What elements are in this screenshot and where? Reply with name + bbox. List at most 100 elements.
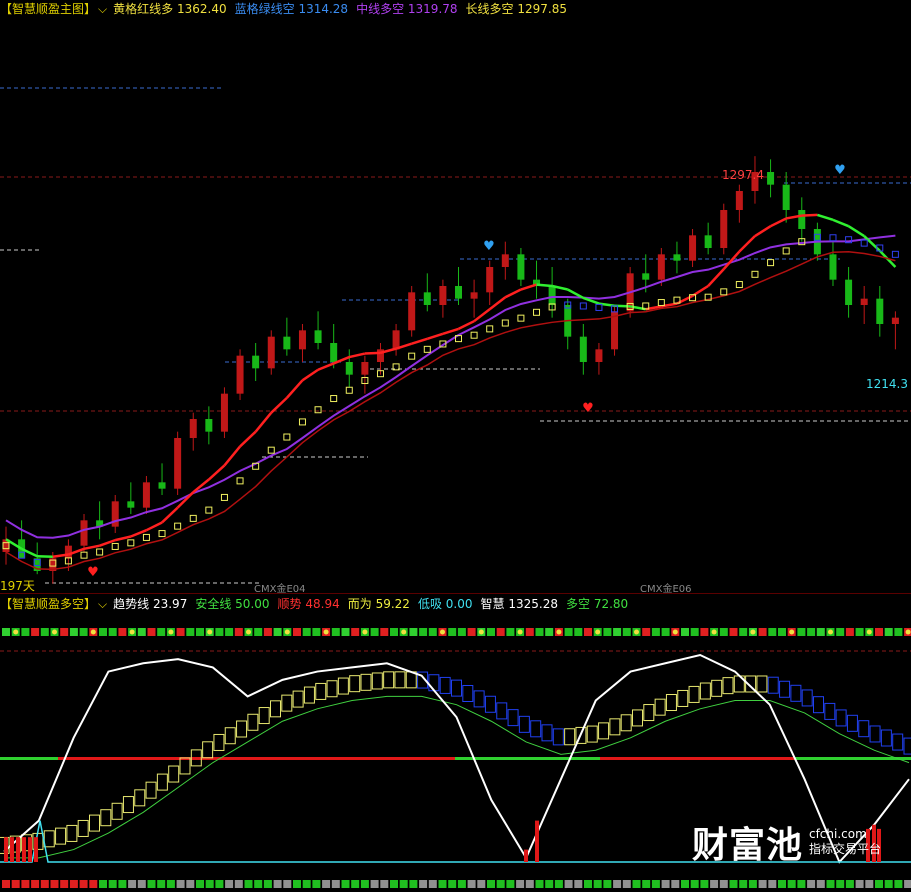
candle-body — [891, 317, 899, 324]
status-square — [118, 880, 127, 888]
candle-body — [220, 393, 228, 432]
box-step — [111, 802, 123, 820]
box-step — [586, 725, 598, 743]
box-step — [236, 720, 248, 738]
status-square — [60, 880, 69, 888]
step-box — [283, 433, 291, 441]
box-step — [824, 702, 836, 720]
status-square — [904, 880, 911, 888]
status-square — [176, 628, 185, 636]
step-box — [860, 239, 868, 247]
status-square — [651, 880, 660, 888]
trend-line-segment — [411, 337, 428, 345]
status-square — [166, 880, 175, 888]
heart-icon: ♥ — [834, 163, 846, 178]
box-step — [258, 707, 270, 725]
box-step — [518, 715, 530, 733]
status-square — [700, 880, 709, 888]
status-dot — [711, 629, 717, 635]
chevron-down-icon[interactable]: ⌵ — [98, 1, 107, 17]
status-square — [845, 628, 854, 636]
status-square — [21, 880, 30, 888]
box-step — [202, 741, 214, 759]
status-square — [574, 880, 583, 888]
status-square — [370, 880, 379, 888]
step-box — [470, 331, 478, 339]
status-square — [254, 628, 263, 636]
status-square — [302, 880, 311, 888]
sub-indicator-title[interactable]: 【智慧顺盈多空】 — [0, 596, 96, 612]
status-square — [875, 628, 883, 636]
status-square — [2, 628, 10, 636]
box-step — [89, 814, 100, 832]
status-square — [690, 628, 699, 636]
status-square — [331, 628, 340, 636]
trend-line-segment — [442, 327, 459, 336]
status-dot — [168, 629, 174, 635]
box-step — [609, 718, 621, 736]
candle-body — [205, 419, 213, 432]
box-step — [711, 679, 723, 697]
status-square — [894, 880, 903, 888]
trend-line-segment — [145, 521, 163, 532]
status-square — [700, 628, 709, 636]
candle-body — [595, 349, 603, 362]
status-square — [196, 628, 204, 636]
trend-line-segment — [161, 506, 179, 524]
main-legend: 【智慧顺盈主图】 ⌵ 黄格红线多 1362.40 蓝格绿线空 1314.28 中… — [0, 1, 575, 17]
status-dot — [401, 629, 407, 635]
status-dot — [13, 629, 19, 635]
box-step — [654, 698, 666, 716]
box-step — [892, 733, 904, 751]
status-square — [409, 880, 418, 888]
candle-body — [782, 184, 790, 210]
status-square — [584, 628, 592, 636]
step-box — [142, 533, 150, 541]
box-step — [134, 789, 146, 807]
main-indicator-title[interactable]: 【智慧顺盈主图】 — [0, 1, 96, 17]
legend-item-safe: 安全线 50.00 — [195, 597, 270, 611]
trend-line-segment — [847, 225, 865, 238]
chevron-down-icon[interactable]: ⌵ — [98, 596, 107, 612]
trend-line-segment — [426, 332, 444, 340]
status-square — [603, 880, 612, 888]
step-box — [486, 325, 494, 333]
status-square — [894, 628, 903, 636]
status-square — [244, 880, 253, 888]
step-box — [236, 477, 244, 485]
candle-body — [767, 172, 775, 185]
candle-body — [845, 279, 853, 305]
trend-line-segment — [37, 554, 53, 558]
status-dot — [866, 629, 872, 635]
status-square — [157, 628, 166, 636]
box-step — [100, 809, 112, 827]
status-square — [399, 880, 408, 888]
box-step — [620, 714, 632, 732]
main-price-chart[interactable]: ♥ ♥ ♥ ♥ — [0, 0, 911, 892]
box-step — [496, 702, 508, 720]
candle-body — [673, 254, 681, 261]
status-square — [826, 880, 835, 888]
box-step — [247, 713, 259, 731]
status-square — [147, 880, 156, 888]
candle-body — [408, 292, 416, 331]
candle-body — [283, 336, 291, 350]
box-step — [270, 700, 281, 718]
candle-body — [798, 210, 806, 229]
box-step — [439, 676, 451, 694]
status-square — [865, 880, 874, 888]
status-square — [564, 880, 573, 888]
box-step — [451, 679, 462, 697]
box-step — [552, 728, 564, 746]
trend-line-segment — [770, 217, 787, 228]
red-spike — [28, 837, 32, 862]
box-step — [326, 680, 338, 698]
step-box — [517, 314, 525, 322]
status-square — [690, 880, 699, 888]
status-square — [312, 628, 321, 636]
status-square — [428, 880, 437, 888]
box-step — [315, 682, 327, 700]
step-box — [533, 308, 541, 316]
status-square — [661, 880, 670, 888]
status-square — [487, 628, 495, 636]
